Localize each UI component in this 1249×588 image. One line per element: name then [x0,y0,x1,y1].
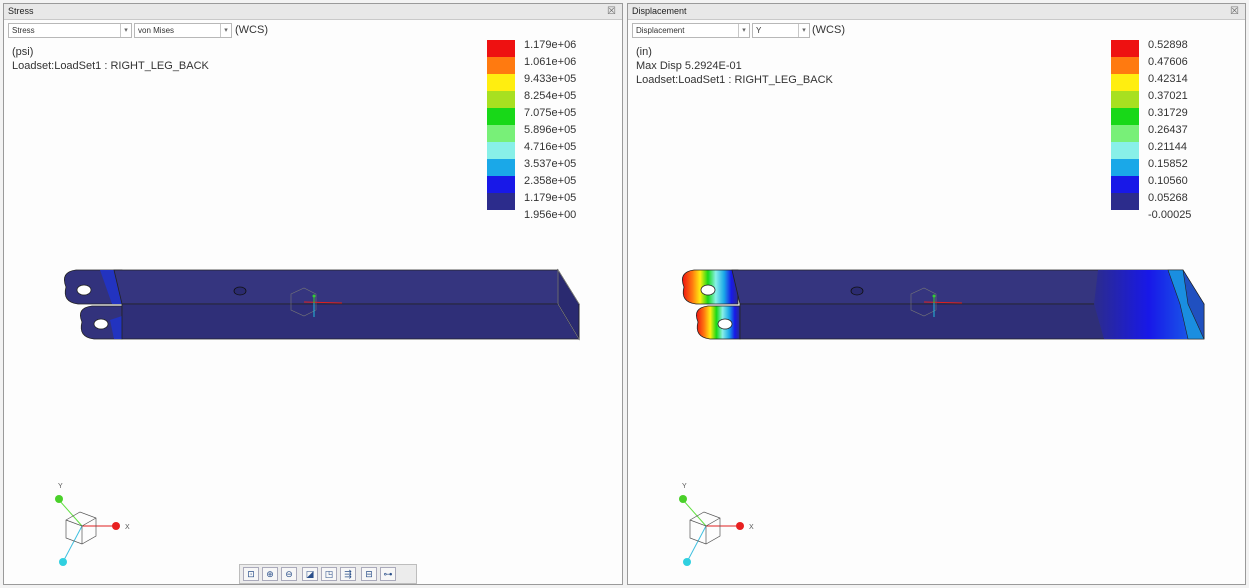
orient-icon[interactable]: ⊟ [361,567,377,581]
displacement-upper-hole [700,284,716,296]
stress-top-hole [233,286,247,296]
stress-triad-x-label: X [125,524,130,531]
displacement-top-hole [850,286,864,296]
displacement-triad-y-label: Y [682,483,687,490]
view-icon[interactable]: ◳ [321,567,337,581]
displacement-triad-x-label: X [749,524,754,531]
zoom-in-icon[interactable]: ⊕ [262,567,278,581]
view-toolbar: ⊡ ⊕ ⊖ ◪ ◳ ⇶ ⊟ ⊶ [239,564,417,584]
pan-zoom-icon[interactable]: ◪ [302,567,318,581]
refit-icon[interactable]: ⊡ [243,567,259,581]
displacement-lower-hole [717,318,733,330]
stress-beam-top [113,269,580,305]
stress-lower-hole [93,318,109,330]
stress-upper-hole [76,284,92,296]
displacement-window: Displacement ☒ Displacement ▾ Y ▾ (WCS) … [627,3,1246,585]
displacement-view-triad-icon: Y X [679,483,754,566]
zoom-out-icon[interactable]: ⊖ [281,567,297,581]
spin-center-icon[interactable]: ⇶ [340,567,356,581]
stress-window: Stress ☒ Stress ▾ von Mises ▾ (WCS) (psi… [3,3,623,585]
stress-beam-side [121,303,580,340]
stress-triad-y-label: Y [58,483,63,490]
stress-view-triad-icon: Y X [55,483,130,566]
display-style-icon[interactable]: ⊶ [380,567,396,581]
